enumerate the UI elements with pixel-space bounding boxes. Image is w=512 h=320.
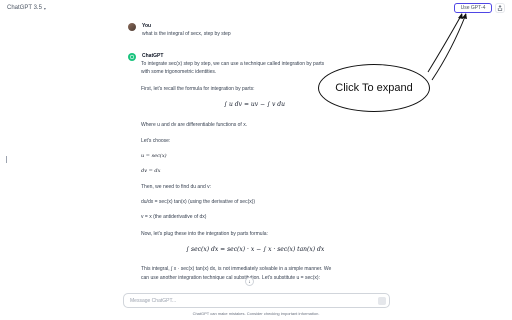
top-bar: ChatGPT 3.5 ▾ Use GPT-4 (0, 0, 512, 16)
scroll-down-button[interactable]: ↓ (245, 277, 254, 286)
du-equation: du/dx = sec(x) tan(x) (using the derivat… (141, 199, 256, 205)
message-input[interactable] (130, 297, 370, 305)
user-author: You (142, 23, 152, 29)
chevron-down-icon: ▾ (43, 5, 46, 11)
send-button[interactable] (378, 297, 386, 305)
user-message-text: what is the integral of secx, step by st… (142, 31, 231, 37)
scroll-indicator (6, 156, 7, 163)
disclaimer-text: ChatGPT can make mistakes. Consider chec… (192, 311, 320, 316)
openai-icon (129, 54, 135, 60)
dv-equation: dv = dx (141, 168, 161, 174)
v-equation: v = x (the antiderivative of dx) (141, 214, 207, 220)
expand-callout: Click To expand (318, 64, 430, 112)
formula-equation: ∫ u dv = uv − ∫ v du (224, 101, 286, 108)
answer-line: Now, let's plug these into the integrati… (141, 231, 268, 237)
applied-equation: ∫ sec(x) dx = sec(x) · x − ∫ x · sec(x) … (186, 246, 325, 253)
model-label: ChatGPT 3.5 (7, 5, 42, 11)
assistant-author: ChatGPT (142, 53, 164, 59)
share-button[interactable] (495, 3, 505, 13)
answer-line: First, let's recall the formula for inte… (141, 86, 255, 92)
arrow-down-icon: ↓ (248, 278, 251, 285)
arrow-line-left (427, 13, 463, 73)
callout-text: Click To expand (335, 82, 413, 94)
user-avatar (128, 23, 136, 31)
answer-line: Let's choose: (141, 138, 171, 144)
message-composer (123, 293, 390, 308)
model-selector[interactable]: ChatGPT 3.5 ▾ (7, 5, 46, 11)
chatgpt-logo-icon (128, 53, 136, 61)
annotation-arrows (427, 13, 467, 81)
answer-line: with some trigonometric identities. (141, 69, 217, 75)
answer-line: Where u and dv are differentiable functi… (141, 122, 248, 128)
answer-line: To integrate sec(x) step by step, we can… (141, 61, 325, 67)
share-icon (497, 5, 503, 11)
answer-line: This integral, ∫ x · sec(x) tan(x) dx, i… (141, 266, 332, 272)
answer-line: Then, we need to find du and v: (141, 184, 212, 190)
u-equation: u = sec(x) (141, 153, 167, 159)
arrow-line-right (431, 13, 467, 81)
answer-line: can use another integration technique ca… (141, 275, 320, 281)
upgrade-gpt4-button[interactable]: Use GPT-4 (454, 3, 492, 13)
